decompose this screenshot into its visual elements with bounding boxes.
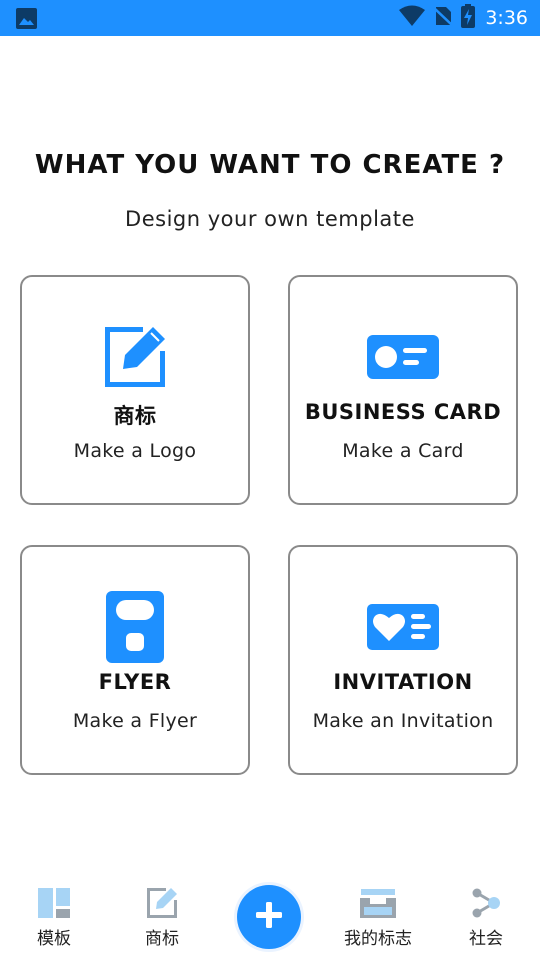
create-fab-button[interactable]	[237, 885, 301, 949]
card-business-card[interactable]: BUSINESS CARD Make a Card	[288, 275, 518, 505]
status-time: 3:36	[485, 7, 528, 29]
nav-item-logo[interactable]: 商标	[112, 888, 212, 954]
page-subtitle: Design your own template	[125, 207, 415, 231]
plus-icon	[256, 902, 282, 932]
no-sim-icon	[432, 5, 461, 31]
card-description: Make a Card	[342, 440, 464, 462]
battery-charging-icon	[461, 4, 483, 32]
card-description: Make a Flyer	[72, 710, 198, 732]
app-screen: 3:36 WHAT YOU WANT TO CREATE ? Design yo…	[0, 0, 540, 960]
status-bar: 3:36	[0, 0, 540, 36]
edit-icon	[22, 325, 248, 389]
edit-icon	[112, 888, 212, 922]
heart-card-icon	[290, 595, 516, 659]
nav-label: 社会	[469, 929, 503, 949]
gallery-icon	[16, 8, 37, 33]
wifi-icon	[399, 5, 433, 31]
nav-label: 我的标志	[344, 929, 412, 949]
page-title: WHAT YOU WANT TO CREATE ?	[34, 150, 506, 180]
card-title: INVITATION	[333, 670, 473, 694]
nav-item-templates[interactable]: 模板	[4, 888, 104, 954]
card-title: 商标	[113, 404, 157, 428]
id-card-icon	[290, 325, 516, 389]
card-invitation[interactable]: INVITATION Make an Invitation	[288, 545, 518, 775]
nav-item-my-logos[interactable]: 我的标志	[328, 888, 428, 954]
inbox-icon	[328, 888, 428, 922]
share-icon	[436, 888, 536, 922]
template-icon	[4, 888, 104, 922]
nav-label: 商标	[145, 929, 179, 949]
nav-label: 模板	[37, 929, 71, 949]
card-description: Make an Invitation	[312, 710, 494, 732]
nav-item-community[interactable]: 社会	[436, 888, 536, 954]
card-logo[interactable]: 商标 Make a Logo	[20, 275, 250, 505]
card-title: FLYER	[98, 670, 172, 694]
card-flyer[interactable]: FLYER Make a Flyer	[20, 545, 250, 775]
card-description: Make a Logo	[73, 440, 197, 462]
flyer-icon	[22, 591, 248, 663]
card-title: BUSINESS CARD	[304, 400, 502, 424]
bottom-nav: 模板 商标 我的标志 社会	[0, 876, 540, 960]
